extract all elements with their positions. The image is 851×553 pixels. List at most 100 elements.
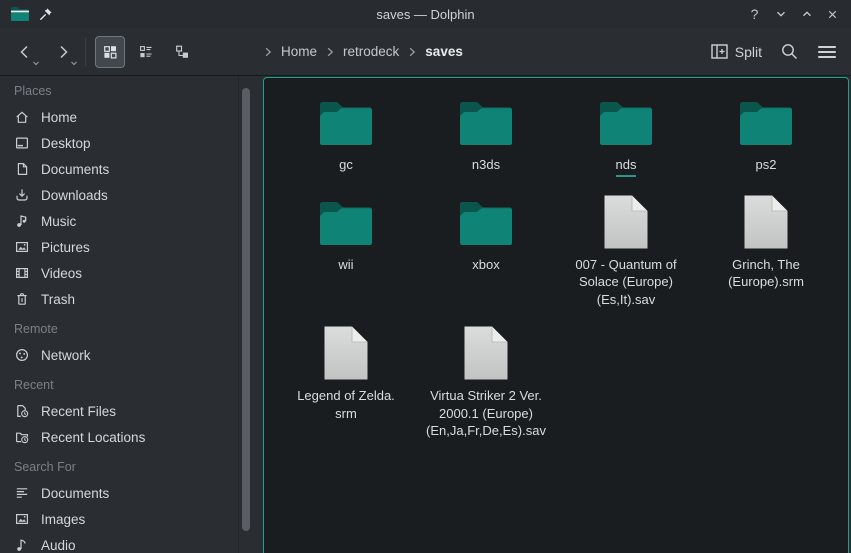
help-button[interactable]: ? — [746, 6, 763, 23]
forward-dropdown-icon[interactable] — [70, 59, 78, 67]
sidebar-item-trash[interactable]: Trash — [0, 286, 238, 312]
details-view-button[interactable] — [131, 36, 161, 68]
item-label: nds — [616, 156, 637, 177]
search-audio-icon — [14, 537, 30, 553]
file-icon — [323, 325, 369, 381]
folder-icon — [318, 194, 374, 250]
downloads-icon — [14, 187, 30, 203]
split-button[interactable]: Split — [711, 44, 762, 60]
split-label: Split — [735, 44, 762, 60]
item-label: n3ds — [472, 156, 500, 174]
dolphin-window: saves — Dolphin ? — [0, 0, 851, 553]
toolbar-separator — [85, 38, 86, 66]
item-label: xbox — [472, 256, 499, 274]
window-title: saves — Dolphin — [0, 7, 851, 22]
chevron-right-icon — [406, 46, 418, 58]
app-folder-icon — [10, 6, 30, 22]
folder-icon — [598, 94, 654, 150]
breadcrumb-retrodeck[interactable]: retrodeck — [343, 44, 399, 59]
file-item-grinch-the[interactable]: Grinch, The (Europe).srm — [696, 194, 836, 309]
titlebar: saves — Dolphin ? — [0, 0, 851, 28]
recent-files-icon — [14, 403, 30, 419]
toolbar: Home retrodeck saves Split — [0, 28, 851, 76]
pictures-icon — [14, 239, 30, 255]
desktop-icon — [14, 135, 30, 151]
maximize-button[interactable] — [798, 6, 815, 23]
search-documents-icon — [14, 485, 30, 501]
file-item-legend-of-zelda[interactable]: Legend of Zelda. srm — [276, 325, 416, 440]
file-item-007-quantum-of-solace[interactable]: 007 - Quantum of Solace (Europe) (Es,It)… — [556, 194, 696, 309]
search-images-icon — [14, 511, 30, 527]
section-header-places: Places — [0, 78, 238, 104]
file-icon — [743, 194, 789, 250]
item-label: Grinch, The (Europe).srm — [728, 256, 804, 291]
sidebar-item-documents[interactable]: Documents — [0, 156, 238, 182]
sidebar-item-desktop[interactable]: Desktop — [0, 130, 238, 156]
minimize-button[interactable] — [772, 6, 789, 23]
sidebar-item-search-images[interactable]: Images — [0, 506, 238, 532]
sidebar-item-recent-locations[interactable]: Recent Locations — [0, 424, 238, 450]
music-icon — [14, 213, 30, 229]
recent-locations-icon — [14, 429, 30, 445]
folder-item-xbox[interactable]: xbox — [416, 194, 556, 309]
item-label: Legend of Zelda. srm — [297, 387, 395, 422]
tree-view-button[interactable] — [167, 36, 197, 68]
split-icon — [711, 44, 728, 59]
item-label: Virtua Striker 2 Ver. 2000.1 (Europe) (E… — [426, 387, 546, 440]
network-icon — [14, 347, 30, 363]
sidebar-scrollbar-thumb[interactable] — [242, 88, 250, 531]
sidebar-item-network[interactable]: Network — [0, 342, 238, 368]
folder-icon — [738, 94, 794, 150]
chevron-right-icon — [324, 46, 336, 58]
close-button[interactable] — [824, 6, 841, 23]
folder-item-ps2[interactable]: ps2 — [696, 94, 836, 177]
item-label: 007 - Quantum of Solace (Europe) (Es,It)… — [575, 256, 676, 309]
pin-icon[interactable] — [39, 7, 53, 21]
hamburger-icon — [817, 44, 837, 60]
sidebar-item-videos[interactable]: Videos — [0, 260, 238, 286]
item-label: ps2 — [756, 156, 777, 174]
folder-view-wrap: gc n3ds nds — [253, 76, 851, 553]
trash-icon — [14, 291, 30, 307]
folder-icon — [458, 94, 514, 150]
sidebar-item-search-documents[interactable]: Documents — [0, 480, 238, 506]
sidebar-item-downloads[interactable]: Downloads — [0, 182, 238, 208]
folder-item-nds[interactable]: nds — [556, 94, 696, 177]
file-item-virtua-striker-2[interactable]: Virtua Striker 2 Ver. 2000.1 (Europe) (E… — [416, 325, 556, 440]
chevron-right-icon — [262, 46, 274, 58]
section-header-remote: Remote — [0, 316, 238, 342]
file-icon — [603, 194, 649, 250]
folder-view[interactable]: gc n3ds nds — [263, 77, 849, 553]
sidebar-item-pictures[interactable]: Pictures — [0, 234, 238, 260]
back-dropdown-icon[interactable] — [32, 59, 40, 67]
sidebar-item-home[interactable]: Home — [0, 104, 238, 130]
sidebar-item-music[interactable]: Music — [0, 208, 238, 234]
content-area: Places Home Desktop Documents Downloads … — [0, 76, 851, 553]
home-icon — [14, 109, 30, 125]
icons-view-button[interactable] — [95, 36, 125, 68]
breadcrumb: Home retrodeck saves — [262, 44, 463, 59]
forward-button[interactable] — [48, 36, 78, 68]
folder-icon — [318, 94, 374, 150]
places-panel: Places Home Desktop Documents Downloads … — [0, 76, 239, 553]
folder-item-n3ds[interactable]: n3ds — [416, 94, 556, 177]
menu-button[interactable] — [817, 44, 837, 60]
section-header-recent: Recent — [0, 372, 238, 398]
breadcrumb-saves[interactable]: saves — [425, 44, 463, 59]
search-icon — [780, 42, 799, 61]
section-header-search-for: Search For — [0, 454, 238, 480]
folder-icon — [458, 194, 514, 250]
folder-item-gc[interactable]: gc — [276, 94, 416, 177]
folder-item-wii[interactable]: wii — [276, 194, 416, 309]
breadcrumb-home[interactable]: Home — [281, 44, 317, 59]
search-button[interactable] — [780, 42, 799, 61]
file-icon — [463, 325, 509, 381]
videos-icon — [14, 265, 30, 281]
sidebar-item-recent-files[interactable]: Recent Files — [0, 398, 238, 424]
icon-grid: gc n3ds nds — [264, 78, 848, 440]
sidebar-scrollbar — [239, 76, 253, 553]
documents-icon — [14, 161, 30, 177]
sidebar-item-search-audio[interactable]: Audio — [0, 532, 238, 553]
back-button[interactable] — [10, 36, 40, 68]
item-label: gc — [339, 156, 353, 174]
